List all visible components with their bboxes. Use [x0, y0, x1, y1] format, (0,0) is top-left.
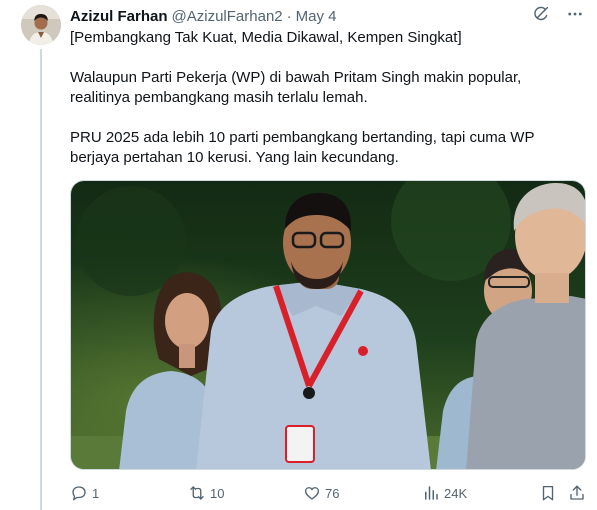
author-handle[interactable]: @AzizulFarhan2	[172, 8, 283, 25]
reply-button[interactable]: 1	[70, 484, 99, 502]
header-separator: ·	[286, 7, 292, 25]
views-button[interactable]: 24K	[422, 484, 467, 502]
author-name[interactable]: Azizul Farhan	[70, 8, 168, 25]
tweet-header: Azizul Farhan @AzizulFarhan2 · May 4	[70, 6, 585, 26]
avatar[interactable]	[21, 5, 61, 45]
tweet-headline: [Pembangkang Tak Kuat, Media Dikawal, Ke…	[70, 29, 462, 46]
bookmark-icon	[542, 485, 554, 501]
share-icon	[570, 485, 584, 500]
views-icon	[425, 486, 438, 500]
bookmark-button[interactable]	[539, 484, 557, 502]
thread-line	[40, 49, 42, 510]
tweet-text: [Pembangkang Tak Kuat, Media Dikawal, Ke…	[70, 28, 585, 168]
post-date[interactable]: May 4	[296, 8, 337, 25]
repost-count: 10	[210, 485, 225, 501]
tweet-paragraph-1-line-2: realitinya pembangkang masih terlalu lem…	[70, 89, 368, 106]
reply-icon	[72, 486, 86, 501]
tweet-top-actions	[531, 4, 585, 24]
views-count: 24K	[444, 485, 468, 501]
share-button[interactable]	[568, 484, 586, 502]
like-count: 76	[325, 485, 340, 501]
repost-icon	[190, 486, 204, 500]
tweet[interactable]: Azizul Farhan @AzizulFarhan2 · May 4 [Pe…	[0, 0, 597, 510]
grok-icon[interactable]	[531, 4, 551, 24]
tweet-actions: 1 10 76 24K	[70, 482, 586, 504]
repost-button[interactable]: 10	[188, 484, 224, 502]
tweet-paragraph-2-line-1: PRU 2025 ada lebih 10 parti pembangkang …	[70, 129, 535, 146]
more-icon[interactable]	[565, 4, 585, 24]
reply-count: 1	[92, 485, 100, 501]
like-icon	[304, 487, 320, 500]
like-button[interactable]: 76	[303, 484, 339, 502]
tweet-photo[interactable]	[70, 180, 586, 470]
tweet-paragraph-1-line-1: Walaupun Parti Pekerja (WP) di bawah Pri…	[70, 69, 522, 86]
tweet-paragraph-2-line-2: berjaya pertahan 10 kerusi. Yang lain ke…	[70, 149, 399, 166]
